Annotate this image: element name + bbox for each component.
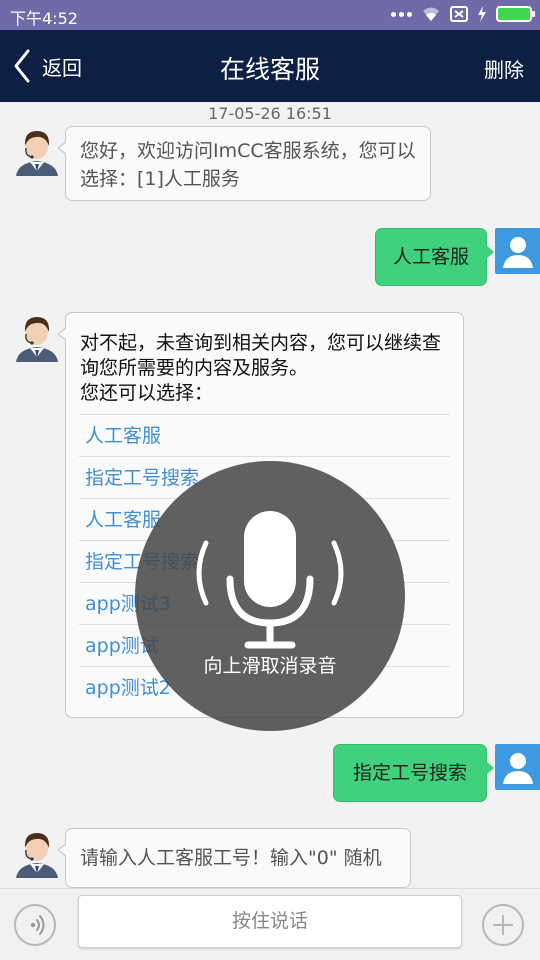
input-bar: 按住说话 bbox=[0, 888, 540, 960]
battery-icon bbox=[496, 6, 535, 22]
user-avatar-icon bbox=[495, 228, 540, 274]
chat-area[interactable]: 17-05-26 16:51 您好，欢迎访问ImCC客服系统，您可以选择：[1]… bbox=[0, 102, 540, 888]
charging-icon bbox=[478, 6, 486, 22]
status-time: 下午4:52 bbox=[10, 9, 78, 28]
page-title: 在线客服 bbox=[219, 55, 320, 84]
agent-message-bubble: 您好，欢迎访问ImCC客服系统，您可以选择：[1]人工服务 bbox=[57, 126, 431, 201]
status-icons bbox=[391, 6, 535, 22]
agent-message-bubble: 请输入人工客服工号！输入"0" 随机 bbox=[57, 828, 411, 888]
user-message-bubble: 人工客服 bbox=[375, 228, 494, 286]
wifi-icon bbox=[423, 7, 439, 21]
hold-to-talk-button[interactable]: 按住说话 bbox=[78, 895, 462, 948]
voice-icon bbox=[30, 915, 45, 935]
voice-toggle-button[interactable] bbox=[14, 904, 56, 946]
plus-icon[interactable] bbox=[482, 904, 524, 946]
top-nav-bar: 返回 在线客服 删除 bbox=[0, 30, 540, 102]
user-message-bubble: 指定工号搜索 bbox=[333, 744, 494, 802]
user-avatar-icon bbox=[495, 744, 540, 790]
sim-icon bbox=[450, 6, 468, 22]
agent-avatar bbox=[12, 828, 62, 878]
delete-button[interactable]: 删除 bbox=[484, 54, 524, 83]
agent-avatar bbox=[12, 312, 62, 362]
message-timestamp: 17-05-26 16:51 bbox=[208, 104, 332, 123]
agent-avatar bbox=[12, 126, 62, 176]
quick-reply-option[interactable]: 人工客服 bbox=[79, 414, 450, 456]
more-dots-icon bbox=[391, 11, 412, 17]
cancel-recording-hint: 向上滑取消录音 bbox=[203, 655, 337, 677]
voice-recording-overlay: 向上滑取消录音 bbox=[135, 461, 405, 731]
status-bar: 下午4:52 bbox=[0, 0, 540, 30]
microphone-icon bbox=[196, 511, 344, 649]
menu-message-text: 对不起，未查询到相关内容，您可以继续查询您所需要的内容及服务。 您还可以选择： bbox=[80, 332, 442, 404]
